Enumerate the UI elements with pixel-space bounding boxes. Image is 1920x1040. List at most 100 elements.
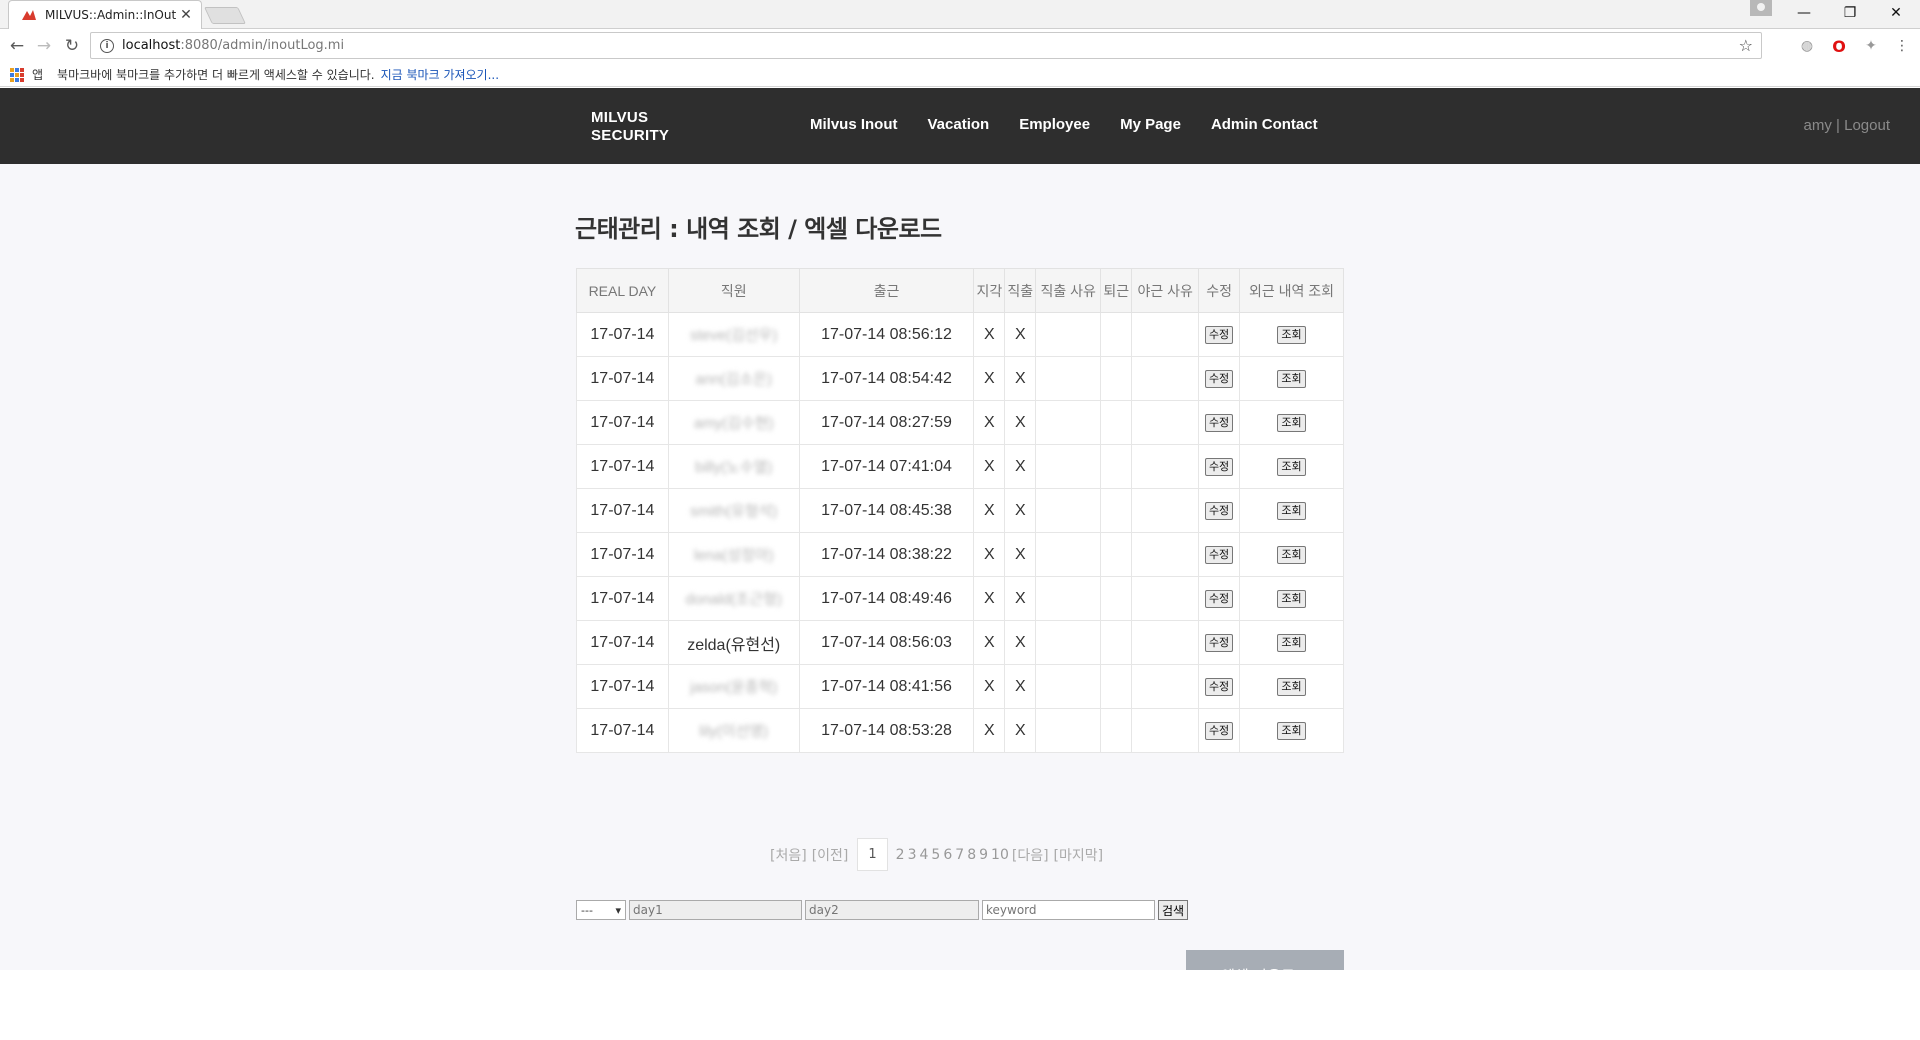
page-first-link[interactable]: [처음] <box>770 845 807 865</box>
cell-real-day: 17-07-14 <box>576 444 669 489</box>
search-type-select[interactable]: --- ▾ <box>576 900 626 920</box>
nav-my-page[interactable]: My Page <box>1120 116 1181 133</box>
import-bookmarks-link[interactable]: 지금 북마크 가져오기... <box>381 66 499 83</box>
cell-edit: 수정 <box>1198 532 1241 577</box>
cell-outside-work: 조회 <box>1239 664 1344 709</box>
view-button[interactable]: 조회 <box>1277 370 1306 388</box>
cell-late: X <box>973 356 1006 401</box>
nav-employee[interactable]: Employee <box>1019 116 1090 133</box>
profile-icon[interactable] <box>1750 0 1772 16</box>
page-link[interactable]: 7 <box>955 847 964 863</box>
edit-button[interactable]: 수정 <box>1204 722 1234 740</box>
page-prev-link[interactable]: [이전] <box>812 845 849 865</box>
restore-icon[interactable]: ❐ <box>1827 0 1873 26</box>
nav-vacation[interactable]: Vacation <box>928 116 990 133</box>
cell-edit: 수정 <box>1198 488 1241 533</box>
pagination: [처음] [이전] 1 2 3 4 5 6 7 8 9 10 [다음] [마지막… <box>770 838 1108 871</box>
cell-clock-out <box>1100 488 1133 533</box>
apps-label[interactable]: 앱 <box>32 66 43 83</box>
cell-clock-out <box>1100 400 1133 445</box>
forward-arrow-icon[interactable]: → <box>33 35 55 57</box>
cell-clock-out <box>1100 576 1133 621</box>
extension-puzzle-icon[interactable]: ✦ <box>1862 37 1880 55</box>
reload-icon[interactable]: ↻ <box>61 35 83 57</box>
page-link[interactable]: 9 <box>979 847 988 863</box>
minimize-icon[interactable]: — <box>1781 0 1827 26</box>
view-button[interactable]: 조회 <box>1277 546 1306 564</box>
edit-button[interactable]: 수정 <box>1204 678 1234 696</box>
edit-button[interactable]: 수정 <box>1204 502 1234 520</box>
cell-real-day: 17-07-14 <box>576 312 669 357</box>
view-button[interactable]: 조회 <box>1277 722 1306 740</box>
cell-late: X <box>973 400 1006 445</box>
cell-clock-out <box>1100 708 1133 753</box>
opera-icon[interactable]: O <box>1830 37 1848 56</box>
cell-edit: 수정 <box>1198 576 1241 621</box>
cell-clock-in: 17-07-14 08:41:56 <box>798 664 975 709</box>
page-link[interactable]: 2 <box>896 847 905 863</box>
cell-real-day: 17-07-14 <box>576 356 669 401</box>
view-button[interactable]: 조회 <box>1277 590 1306 608</box>
day2-input[interactable] <box>805 900 979 920</box>
cell-direct: X <box>1004 444 1037 489</box>
view-button[interactable]: 조회 <box>1277 414 1306 432</box>
view-button[interactable]: 조회 <box>1277 458 1306 476</box>
search-form: --- ▾ 검색 <box>576 900 1189 920</box>
edit-button[interactable]: 수정 <box>1204 634 1234 652</box>
site-logo[interactable]: MILVUS SECURITY <box>591 109 701 145</box>
close-tab-icon[interactable]: ✕ <box>179 7 193 23</box>
menu-kebab-icon[interactable]: ⋮ <box>1893 37 1911 55</box>
cell-direct: X <box>1004 576 1037 621</box>
cell-clock-out <box>1100 356 1133 401</box>
view-button[interactable]: 조회 <box>1277 634 1306 652</box>
edit-button[interactable]: 수정 <box>1204 458 1234 476</box>
keyword-input[interactable] <box>982 900 1155 920</box>
day1-input[interactable] <box>629 900 802 920</box>
user-logout-link[interactable]: amy | Logout <box>1804 117 1890 134</box>
view-button[interactable]: 조회 <box>1277 326 1306 344</box>
cell-employee: donald(조근형) <box>667 576 800 621</box>
cell-late: X <box>973 444 1006 489</box>
cell-late: X <box>973 576 1006 621</box>
page-link[interactable]: 6 <box>943 847 952 863</box>
edit-button[interactable]: 수정 <box>1204 546 1234 564</box>
extension-icon[interactable]: ◍ <box>1798 37 1816 55</box>
edit-button[interactable]: 수정 <box>1204 326 1234 344</box>
edit-button[interactable]: 수정 <box>1204 414 1234 432</box>
milvus-favicon-icon <box>22 10 36 20</box>
cell-outside-work: 조회 <box>1239 708 1344 753</box>
edit-button[interactable]: 수정 <box>1204 590 1234 608</box>
col-late: 지각 <box>973 268 1006 313</box>
edit-button[interactable]: 수정 <box>1204 370 1234 388</box>
view-button[interactable]: 조회 <box>1277 502 1306 520</box>
back-arrow-icon[interactable]: ← <box>6 35 28 57</box>
page-link[interactable]: 5 <box>931 847 940 863</box>
window-close-icon[interactable]: ✕ <box>1873 0 1919 26</box>
nav-admin-contact[interactable]: Admin Contact <box>1211 116 1318 133</box>
cell-clock-in: 17-07-14 08:54:42 <box>798 356 975 401</box>
view-button[interactable]: 조회 <box>1277 678 1306 696</box>
apps-grid-icon[interactable] <box>10 67 24 82</box>
inout-log-table: REAL DAY 직원 출근 지각 직출 직출 사유 퇴근 야근 사유 수정 외… <box>576 268 1344 753</box>
page-link[interactable]: 10 <box>991 847 1009 863</box>
address-bar[interactable]: i localhost:8080/admin/inoutLog.mi ☆ <box>90 32 1762 59</box>
new-tab-button[interactable] <box>204 7 246 24</box>
logo-line-2: SECURITY <box>591 127 670 144</box>
cell-overtime-reason <box>1131 576 1200 621</box>
table-row: 17-07-14 lena(성정아) 17-07-14 08:38:22 X X 수정 조회 <box>576 532 1344 577</box>
url-path: :8080/admin/inoutLog.mi <box>180 38 345 53</box>
page-last-link[interactable]: [마지막] <box>1054 845 1104 865</box>
site-info-icon[interactable]: i <box>100 38 114 53</box>
page-next-link[interactable]: [다음] <box>1012 845 1049 865</box>
page-link[interactable]: 3 <box>908 847 917 863</box>
cell-direct-reason <box>1035 620 1102 665</box>
cell-clock-in: 17-07-14 08:49:46 <box>798 576 975 621</box>
browser-tab[interactable]: MILVUS::Admin::InOut L ✕ <box>8 0 202 29</box>
site-header: MILVUS SECURITY Milvus Inout Vacation Em… <box>0 88 1920 164</box>
cell-real-day: 17-07-14 <box>576 400 669 445</box>
bookmark-star-icon[interactable]: ☆ <box>1739 36 1753 55</box>
page-link[interactable]: 8 <box>967 847 976 863</box>
search-button[interactable]: 검색 <box>1158 900 1189 920</box>
nav-milvus-inout[interactable]: Milvus Inout <box>810 116 898 133</box>
page-link[interactable]: 4 <box>920 847 929 863</box>
